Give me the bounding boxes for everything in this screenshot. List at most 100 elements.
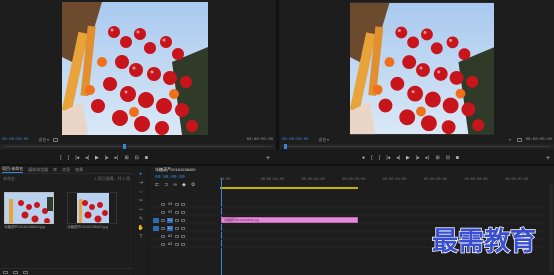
track-v1: V1 冰糖葫芦20161038400.jpg [150, 216, 546, 224]
overwrite-icon[interactable]: ⊟ [135, 156, 139, 161]
camera-icon[interactable]: ◙ [456, 156, 459, 161]
ruler-tick-label: 00:00:03:00 [342, 178, 366, 182]
program-scrubber[interactable] [280, 144, 554, 149]
marker-icon[interactable]: ◆ [182, 183, 186, 188]
bin-item[interactable]: 冰糖葫芦20161038400.jpg [4, 192, 54, 230]
zoom-slider-icon[interactable] [23, 270, 28, 274]
resolution-dropdown[interactable] [508, 138, 511, 141]
track-select-icon[interactable]: ⇥ [139, 181, 143, 186]
lock-icon[interactable] [161, 226, 165, 230]
linked-icon[interactable]: ∞ [173, 183, 177, 188]
lock-icon[interactable] [161, 234, 165, 238]
source-fit-label: 适合 [38, 136, 47, 142]
mark-in-icon[interactable]: { [371, 156, 373, 161]
selection-tool-icon[interactable]: ▸ [140, 172, 143, 177]
mark-out-icon[interactable]: } [379, 156, 381, 161]
lock-icon[interactable] [161, 202, 165, 206]
wrench-icon[interactable]: ⚙ [191, 183, 195, 188]
track-target[interactable] [153, 202, 159, 207]
hand-icon[interactable]: ✋ [138, 226, 144, 231]
lock-icon[interactable] [161, 210, 165, 214]
timeline-scrollbar[interactable] [549, 184, 553, 272]
step-back-icon[interactable]: ◂| [85, 156, 89, 161]
mute-icon[interactable] [175, 226, 179, 230]
step-forward-icon[interactable]: |▸ [105, 156, 109, 161]
track-v2: V2 [150, 208, 546, 216]
lock-icon[interactable] [161, 242, 165, 246]
sync-lock-icon[interactable] [175, 210, 179, 214]
program-monitor-controls: 00:00:00:00 适合 00:00:05:00 [280, 136, 554, 143]
mark-out-icon[interactable]: } [68, 156, 70, 161]
ripple-edit-icon[interactable]: ⇔ [139, 190, 144, 195]
video-clip[interactable]: 冰糖葫芦20161038400.jpg [221, 217, 358, 223]
track-target[interactable] [153, 242, 159, 247]
track-target[interactable] [153, 210, 159, 215]
lift-icon[interactable]: ⊞ [435, 156, 439, 161]
settings-icon[interactable] [516, 137, 522, 142]
tools-panel: ▸ ⇥ ⇔ ✂ ⇿ ✎ ✋ T [134, 166, 148, 275]
play-icon[interactable]: ▶ [95, 156, 99, 161]
program-timecode[interactable]: 00:00:00:00 [282, 138, 308, 142]
program-video-frame [350, 2, 494, 135]
scrubber-track [4, 146, 271, 147]
icon-view-icon[interactable] [13, 270, 18, 274]
eye-icon[interactable] [181, 202, 185, 206]
go-to-out-icon[interactable]: ▸| [426, 156, 430, 161]
add-button[interactable]: + [266, 155, 270, 162]
solo-icon[interactable] [181, 226, 185, 230]
bin-thumbnail[interactable] [67, 192, 117, 224]
solo-icon[interactable] [181, 242, 185, 246]
mute-icon[interactable] [175, 242, 179, 246]
track-target[interactable] [153, 225, 159, 231]
mark-in-icon[interactable]: { [60, 156, 62, 161]
work-area-bar[interactable] [220, 187, 358, 189]
step-back-icon[interactable]: ◂| [396, 156, 400, 161]
mark-in-icon[interactable]: ● [362, 156, 365, 161]
track-target[interactable] [153, 217, 159, 223]
text-icon[interactable]: T [139, 235, 142, 240]
source-playhead[interactable] [122, 144, 126, 149]
program-playhead[interactable] [284, 144, 287, 149]
razor-icon[interactable]: ✂ [139, 199, 143, 204]
track-header: V2 [150, 208, 220, 216]
ruler-tick-label: 00:00:02:00 [301, 178, 325, 182]
tab-libraries[interactable]: 库 [53, 167, 57, 173]
bin-thumbnail[interactable] [4, 192, 54, 224]
bin-item[interactable]: 冰糖葫芦20161038400.jpg [67, 192, 117, 230]
sequence-tab[interactable]: 冰糖葫芦20161038400 [155, 167, 195, 173]
lock-icon[interactable] [161, 218, 165, 222]
track-target[interactable] [153, 234, 159, 239]
mute-icon[interactable] [175, 234, 179, 238]
solo-icon[interactable] [181, 234, 185, 238]
step-forward-icon[interactable]: |▸ [416, 156, 420, 161]
tab-media-browser[interactable]: 媒体浏览器 [28, 167, 48, 173]
tab-effects[interactable]: 效果 [75, 167, 83, 173]
go-to-in-icon[interactable]: |◂ [386, 156, 390, 161]
go-to-out-icon[interactable]: ▸| [115, 156, 119, 161]
source-timecode[interactable]: 00:00:00:00 [2, 138, 28, 142]
camera-icon[interactable]: ◙ [145, 156, 148, 161]
tab-project[interactable]: 项目:未命名 [2, 166, 24, 173]
timeline-timecode[interactable]: 00:00:00:00 [155, 175, 185, 180]
pen-icon[interactable]: ✎ [139, 217, 143, 222]
go-to-in-icon[interactable]: |◂ [75, 156, 79, 161]
eye-icon[interactable] [181, 210, 185, 214]
sync-lock-icon[interactable] [175, 202, 179, 206]
source-fit-dropdown[interactable]: 适合 [38, 136, 50, 143]
list-view-icon[interactable] [3, 270, 8, 274]
tab-info[interactable]: 信息 [62, 167, 70, 173]
tanghulu-image [62, 2, 208, 135]
program-duration: 00:00:05:00 [525, 137, 552, 142]
settings-icon[interactable] [53, 137, 59, 142]
source-scrubber[interactable] [0, 144, 275, 149]
eye-icon[interactable] [181, 218, 185, 222]
snap-icon[interactable]: ⊃ [164, 183, 168, 188]
play-icon[interactable]: ▶ [406, 156, 410, 161]
extract-icon[interactable]: ⊟ [446, 156, 450, 161]
add-button[interactable]: + [546, 155, 550, 162]
insert-icon[interactable]: ⊞ [124, 156, 128, 161]
slip-icon[interactable]: ⇿ [139, 208, 143, 213]
program-fit-dropdown[interactable]: 适合 [318, 137, 330, 143]
nest-icon[interactable]: ⊏ [155, 183, 159, 188]
sync-lock-icon[interactable] [175, 218, 179, 222]
